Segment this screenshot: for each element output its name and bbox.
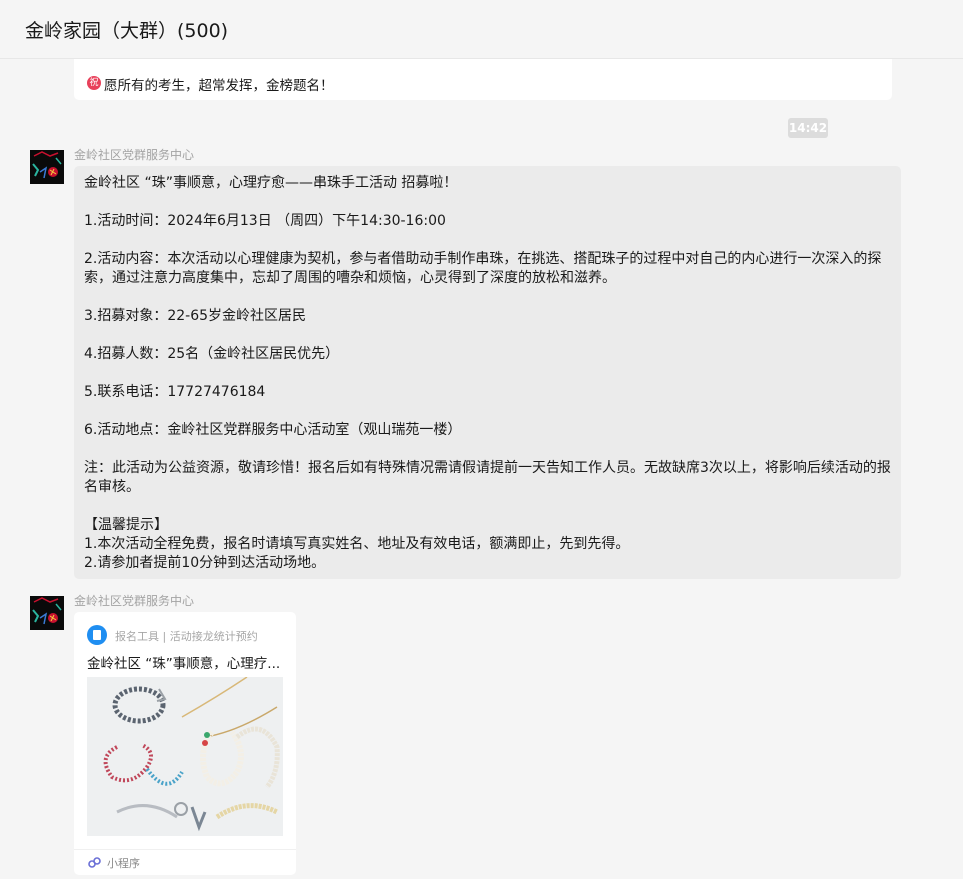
previous-message-bubble[interactable]: 祝 愿所有的考生，超常发挥，金榜题名！ (74, 59, 892, 100)
message-line-tips-heading: 【温馨提示】 (84, 517, 168, 533)
sender-name: 金岭社区党群服务中心 (74, 148, 195, 162)
group-title: 金岭家园（大群）(500) (25, 20, 229, 42)
message-line-target: 3.招募对象：22-65岁金岭社区居民 (84, 308, 307, 324)
message-line-location: 6.活动地点：金岭社区党群服务中心活动室（观山瑞苑一楼） (84, 422, 462, 438)
timestamp: 14:42 (788, 118, 828, 138)
message-line-note: 注：此活动为公益资源，敬请珍惜！报名后如有特殊情况需请假请提前一天告知工作人员。… (84, 460, 891, 495)
message-line-time: 1.活动时间：2024年6月13日 （周四）下午14:30-16:00 (84, 213, 446, 229)
card-title: 金岭社区 “珠”事顺意，心理疗... (87, 656, 281, 672)
sender-avatar[interactable] (30, 150, 64, 184)
message-line-tip-2: 2.请参加者提前10分钟到达活动场地。 (84, 555, 326, 571)
card-divider (74, 849, 296, 850)
message-line-tip-1: 1.本次活动全程免费，报名时请填写真实姓名、地址及有效电话，额满即止，先到先得。 (84, 536, 630, 552)
zhu-badge-icon: 祝 (87, 76, 101, 90)
message-line-title: 金岭社区 “珠”事顺意，心理疗愈——串珠手工活动 招募啦！ (84, 175, 458, 191)
message-bubble[interactable]: 金岭社区 “珠”事顺意，心理疗愈——串珠手工活动 招募啦！ 1.活动时间：202… (74, 166, 901, 579)
chat-header: 金岭家园（大群）(500) (0, 0, 963, 59)
message-line-count: 4.招募人数：25名（金岭社区居民优先） (84, 346, 340, 362)
mini-program-card[interactable]: 报名工具 | 活动接龙统计预约 金岭社区 “珠”事顺意，心理疗... 小程序 (74, 612, 296, 875)
card-footer-label: 小程序 (107, 857, 140, 870)
sender-avatar[interactable] (30, 596, 64, 630)
bracelet-photo (87, 677, 283, 836)
message-line-phone: 5.联系电话：17727476184 (84, 384, 266, 400)
mini-program-icon (88, 857, 101, 868)
party-service-avatar-icon (30, 150, 64, 184)
party-service-avatar-icon (30, 596, 64, 630)
message-line-content: 2.活动内容：本次活动以心理健康为契机，参与者借助动手制作串珠，在挑选、搭配珠子… (84, 251, 882, 286)
card-thumbnail (87, 677, 283, 836)
message-list[interactable]: 祝 愿所有的考生，超常发挥，金榜题名！ 14:42 金岭社区党群服务中心 金岭社… (0, 59, 963, 879)
chat-window: 金岭家园（大群）(500) 祝 愿所有的考生，超常发挥，金榜题名！ 14:42 … (0, 0, 963, 879)
sender-name: 金岭社区党群服务中心 (74, 594, 195, 608)
form-tool-icon (87, 625, 107, 645)
card-source: 报名工具 | 活动接龙统计预约 (115, 630, 258, 643)
previous-message-text: 愿所有的考生，超常发挥，金榜题名！ (104, 78, 334, 94)
